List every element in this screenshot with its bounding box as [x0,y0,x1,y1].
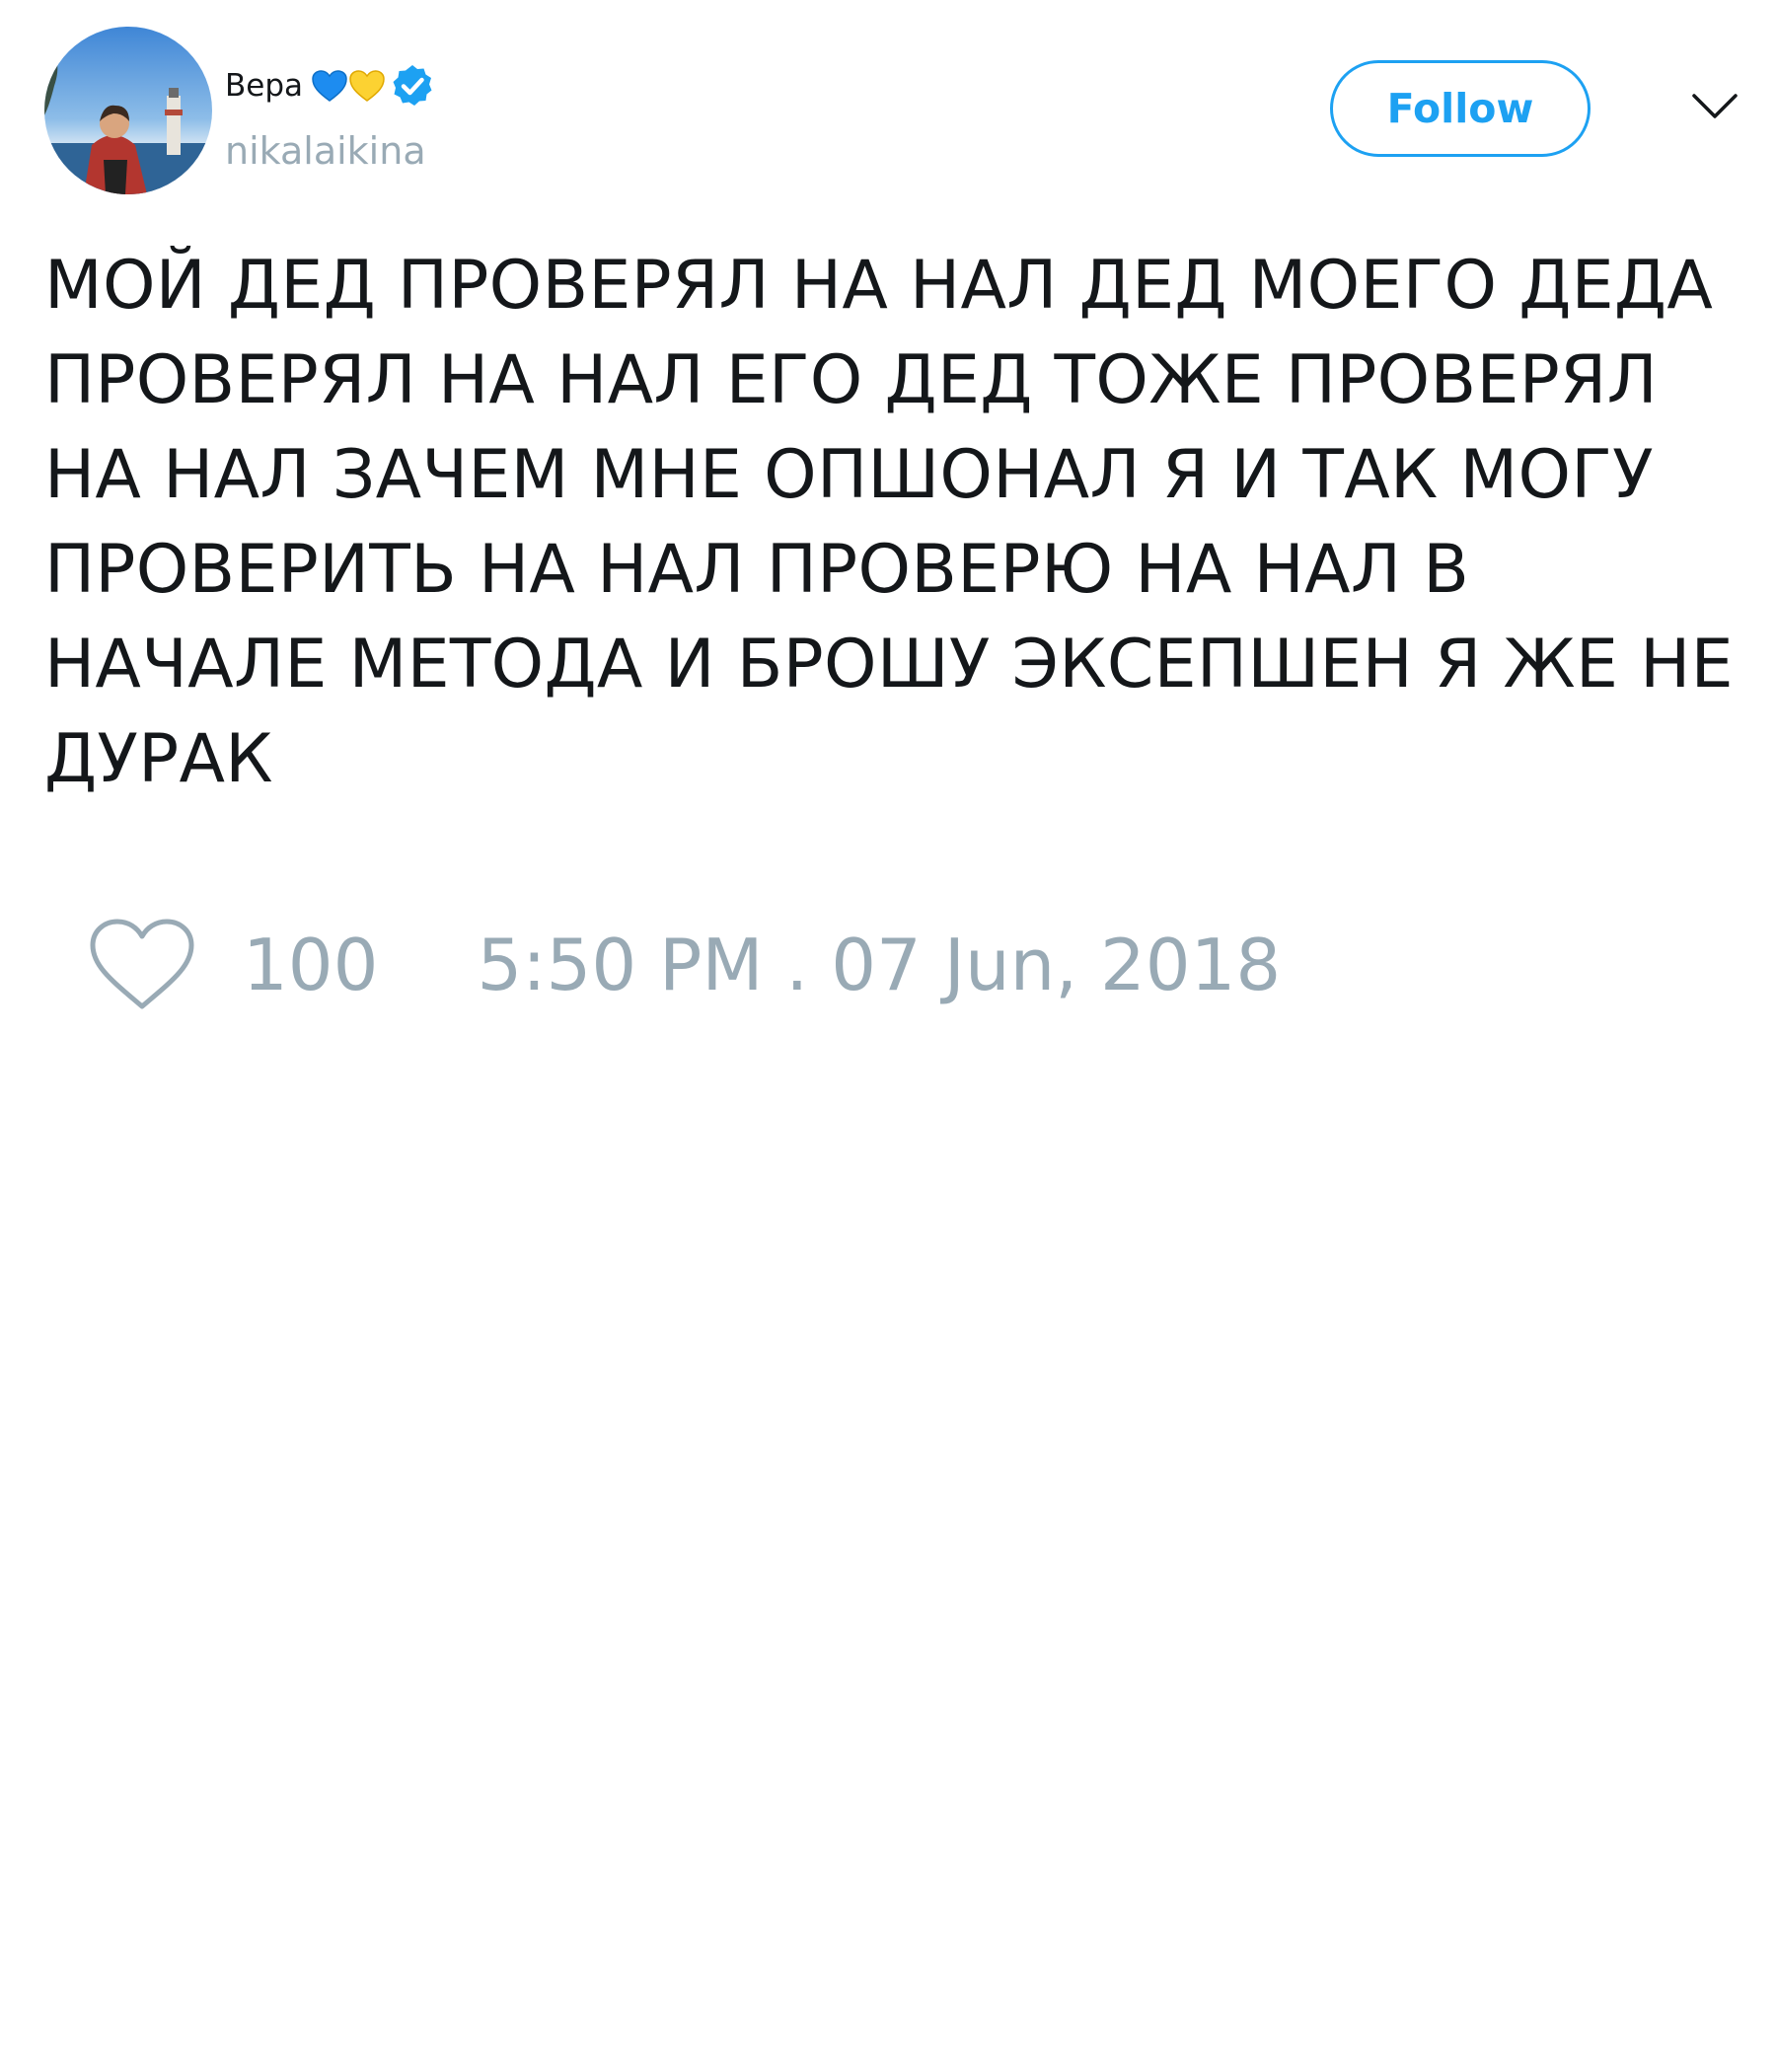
avatar-photo [44,27,212,194]
tweet-timestamp[interactable]: 5:50 PM . 07 Jun, 2018 [477,918,1281,1012]
author-display-name-row[interactable]: Вера [225,63,435,109]
tweet-text: МОЙ ДЕД ПРОВЕРЯЛ НА НАЛ ДЕД МОЕГО ДЕДА П… [44,247,1734,798]
author-handle[interactable]: nikalaikina [225,128,426,174]
avatar[interactable] [44,27,212,194]
like-count[interactable]: 100 [243,918,378,1012]
chevron-down-icon[interactable] [1691,91,1739,122]
blue-heart-icon [311,69,348,103]
heart-icon[interactable] [89,918,195,1012]
author-display-name[interactable]: Вера [225,66,303,106]
yellow-heart-icon [348,69,386,103]
tweet-actions: 100 5:50 PM . 07 Jun, 2018 [89,918,1281,1012]
follow-button[interactable]: Follow [1330,60,1591,157]
verified-badge-icon [390,63,435,109]
